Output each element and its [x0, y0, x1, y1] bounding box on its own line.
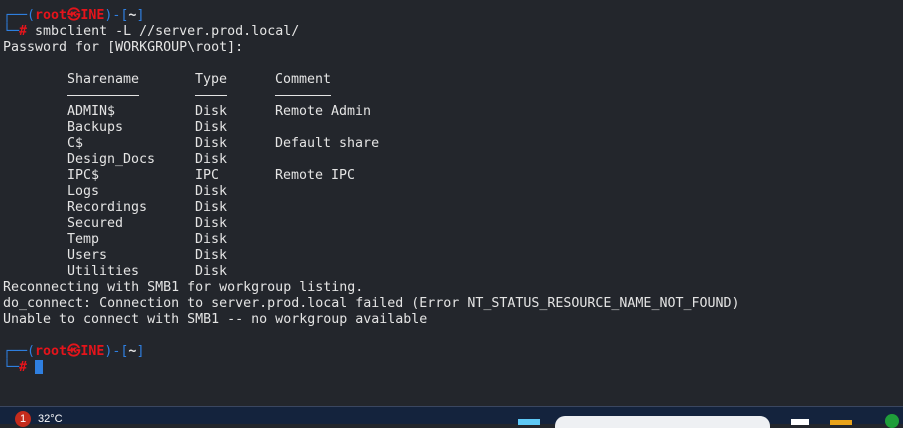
share-name: Temp	[67, 232, 100, 247]
table-row: Recordings Disk	[3, 200, 903, 216]
task-view-icon[interactable]	[791, 419, 809, 425]
windows-start-icon[interactable]	[518, 419, 540, 425]
message-line: Unable to connect with SMB1 -- no workgr…	[3, 312, 428, 327]
table-row: Temp Disk	[3, 232, 903, 248]
share-type: Disk	[195, 264, 228, 279]
check-badge-icon[interactable]	[885, 414, 899, 428]
weather-badge[interactable]: 1	[15, 411, 31, 427]
share-type: Disk	[195, 216, 228, 231]
share-comment: Remote IPC	[275, 168, 356, 183]
table-row: Utilities Disk	[3, 264, 903, 280]
terminal[interactable]: ┌──(root㉿INE)-[~] └─# smbclient -L //ser…	[3, 8, 903, 376]
table-underline	[3, 88, 903, 104]
share-comment: Default share	[275, 136, 380, 151]
table-row: Secured Disk	[3, 216, 903, 232]
share-name: Secured	[67, 216, 124, 231]
table-row: IPC$ IPC Remote IPC	[3, 168, 903, 184]
share-name: Backups	[67, 120, 124, 135]
command-text: smbclient -L //server.prod.local/	[35, 24, 300, 39]
table-row: Design_Docs Disk	[3, 152, 903, 168]
share-type: Disk	[195, 248, 228, 263]
table-row: Backups Disk	[3, 120, 903, 136]
taskbar-search-box[interactable]	[555, 416, 770, 428]
weather-temperature[interactable]: 32°C	[38, 413, 63, 425]
share-type: Disk	[195, 184, 228, 199]
share-name: Utilities	[67, 264, 140, 279]
share-name: C$	[67, 136, 84, 151]
table-row: C$ Disk Default share	[3, 136, 903, 152]
share-name: Recordings	[67, 200, 148, 215]
share-comment: Remote Admin	[275, 104, 372, 119]
share-type: IPC	[195, 168, 220, 183]
share-type: Disk	[195, 104, 228, 119]
taskbar: 1 32°C	[0, 406, 903, 428]
cursor	[35, 360, 44, 374]
share-name: IPC$	[67, 168, 100, 183]
share-type: Disk	[195, 232, 228, 247]
command-line: └─# smbclient -L //server.prod.local/	[3, 24, 300, 39]
share-type: Disk	[195, 152, 228, 167]
share-type: Disk	[195, 136, 228, 151]
share-name: Design_Docs	[67, 152, 156, 167]
share-name: ADMIN$	[67, 104, 116, 119]
prompt-line: ┌──(root㉿INE)-[~]	[3, 344, 145, 359]
input-line[interactable]: └─#	[3, 360, 903, 376]
table-row: Logs Disk	[3, 184, 903, 200]
message-line: Reconnecting with SMB1 for workgroup lis…	[3, 280, 364, 295]
share-type: Disk	[195, 200, 228, 215]
share-name: Logs	[67, 184, 100, 199]
table-row: Users Disk	[3, 248, 903, 264]
share-type: Disk	[195, 120, 228, 135]
message-line: do_connect: Connection to server.prod.lo…	[3, 296, 740, 311]
share-name: Users	[67, 248, 108, 263]
table-header: Sharename Type Comment	[67, 72, 332, 87]
password-prompt: Password for [WORKGROUP\root]:	[3, 40, 244, 55]
prompt-line: ┌──(root㉿INE)-[~]	[3, 8, 145, 23]
table-row: ADMIN$ Disk Remote Admin	[3, 104, 903, 120]
